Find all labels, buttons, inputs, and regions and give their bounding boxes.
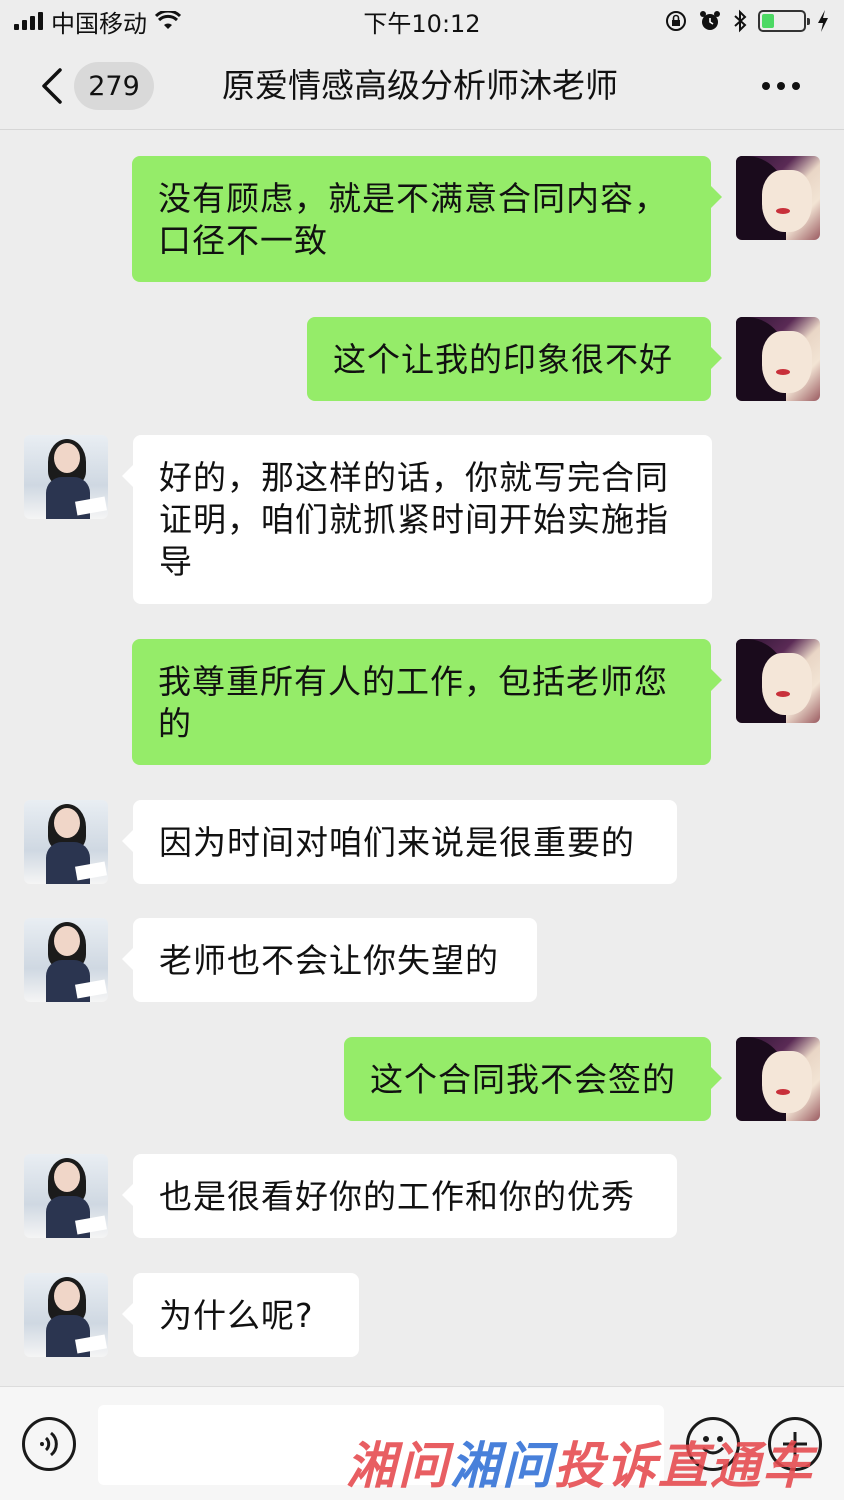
message-bubble[interactable]: 我尊重所有人的工作，包括老师您的 <box>132 639 722 765</box>
contact-avatar[interactable] <box>24 435 108 519</box>
signal-icon <box>14 12 43 30</box>
back-chevron-icon[interactable] <box>40 68 64 104</box>
more-dots-icon[interactable] <box>762 74 802 98</box>
chat-header: 279 原爱情感高级分析师沐老师 <box>0 42 844 130</box>
plus-icon[interactable] <box>768 1417 822 1471</box>
carrier-label: 中国移动 <box>51 9 147 38</box>
message-bubble[interactable]: 好的，那这样的话，你就写完合同证明，咱们就抓紧时间开始实施指导 <box>122 435 712 604</box>
status-right <box>550 9 830 33</box>
message-bubble[interactable]: 也是很看好你的工作和你的优秀 <box>122 1154 677 1238</box>
message-bubble[interactable]: 因为时间对咱们来说是很重要的 <box>122 800 677 884</box>
chat-title: 原爱情感高级分析师沐老师 <box>222 66 618 105</box>
message-input[interactable] <box>98 1405 664 1485</box>
message-bubble[interactable]: 这个合同我不会签的 <box>344 1037 722 1121</box>
self-avatar[interactable] <box>736 156 820 240</box>
emoji-icon[interactable] <box>686 1417 740 1471</box>
self-avatar[interactable] <box>736 639 820 723</box>
contact-avatar[interactable] <box>24 1154 108 1238</box>
message-list[interactable]: 没有顾虑，就是不满意合同内容，口径不一致 这个让我的印象很不好 好的，那这样的话… <box>0 131 844 1386</box>
contact-avatar[interactable] <box>24 1273 108 1357</box>
input-bar <box>0 1386 844 1500</box>
battery-fill <box>761 14 774 28</box>
message-bubble[interactable]: 这个让我的印象很不好 <box>307 317 722 401</box>
self-avatar[interactable] <box>736 317 820 401</box>
status-time: 下午10:12 <box>363 9 481 38</box>
contact-avatar[interactable] <box>24 800 108 884</box>
message-bubble[interactable]: 没有顾虑，就是不满意合同内容，口径不一致 <box>132 156 722 282</box>
message-bubble[interactable]: 为什么呢? <box>122 1273 359 1357</box>
orientation-lock-icon <box>665 11 686 31</box>
message-bubble[interactable]: 老师也不会让你失望的 <box>122 918 537 1002</box>
self-avatar[interactable] <box>736 1037 820 1121</box>
unread-count-badge[interactable]: 279 <box>74 62 154 110</box>
contact-avatar[interactable] <box>24 918 108 1002</box>
status-left: 中国移动 <box>14 4 294 39</box>
voice-icon[interactable] <box>22 1417 76 1471</box>
charging-icon <box>817 10 828 32</box>
wifi-icon <box>155 11 181 31</box>
bluetooth-icon <box>734 9 747 33</box>
battery-icon <box>757 10 810 32</box>
status-bar: 中国移动 下午10:12 <box>0 0 844 42</box>
alarm-icon <box>699 11 720 30</box>
